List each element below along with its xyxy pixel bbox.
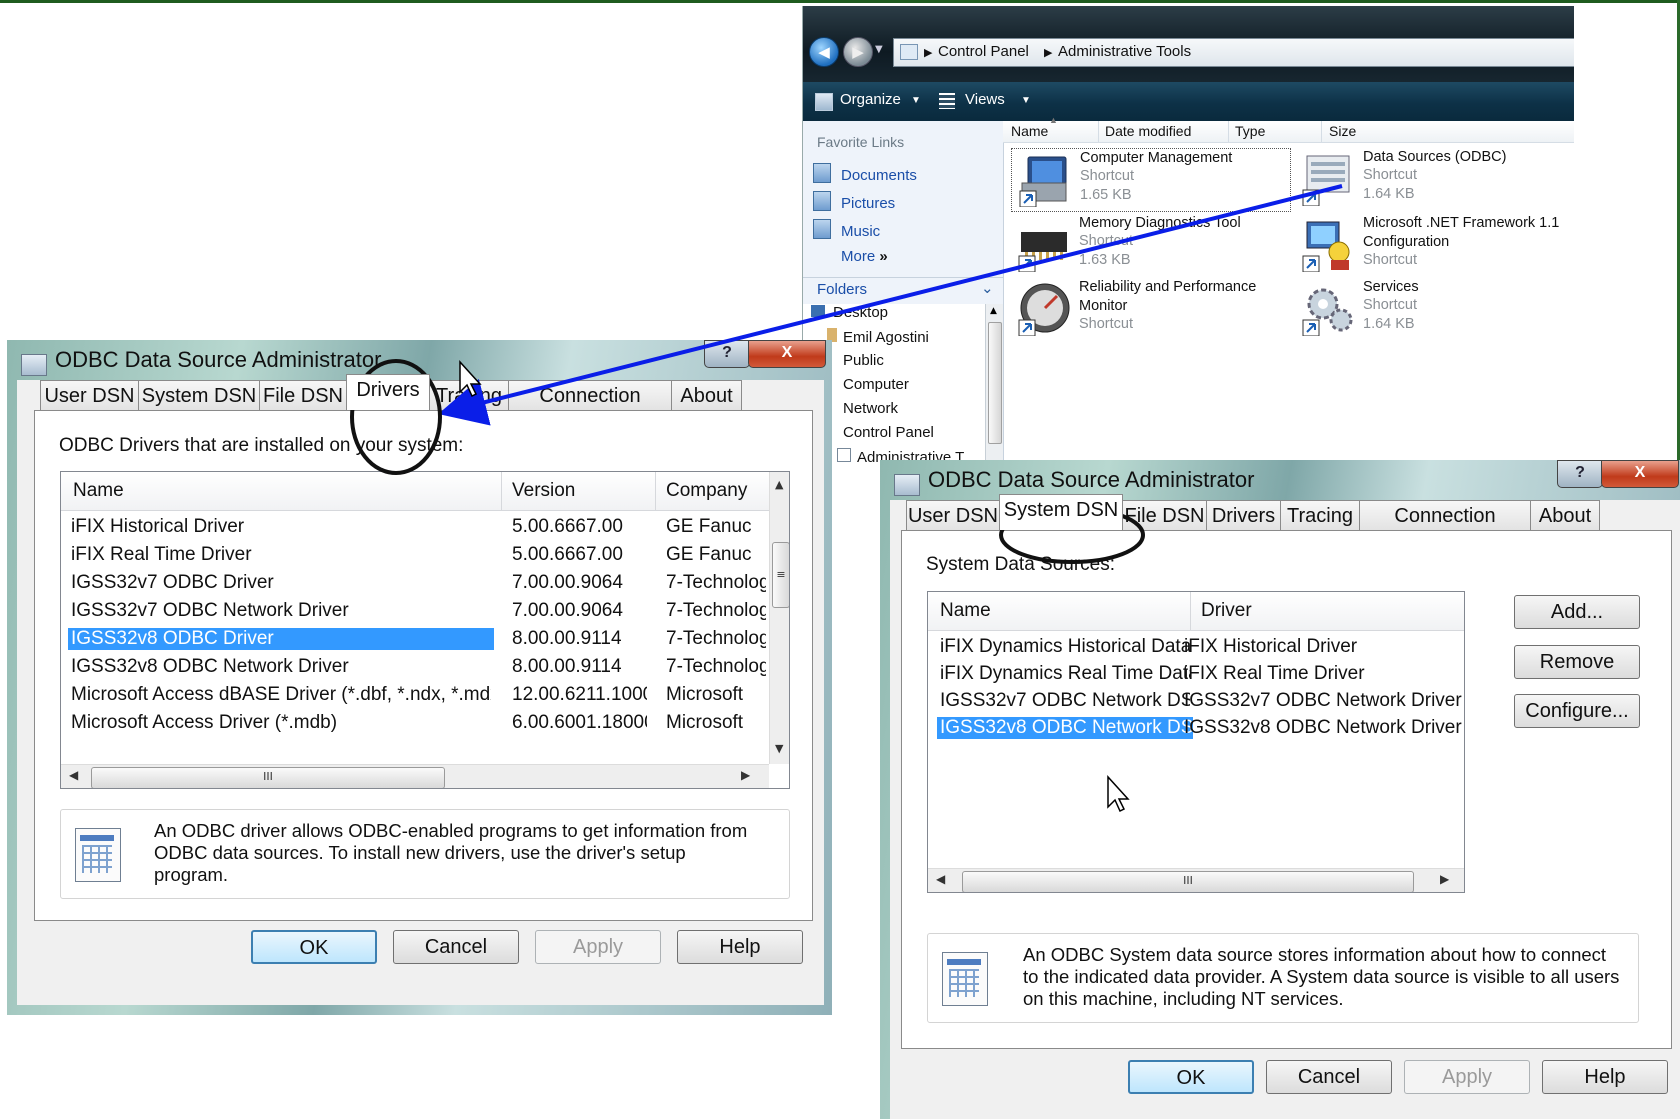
mouse-cursor-icon [459,360,482,398]
mouse-cursor-icon [1107,775,1130,813]
annotation-overlay [350,184,1343,813]
tab-system-dsn[interactable]: System DSN [999,494,1123,530]
annotation-arrow [438,184,1343,426]
tab-drivers[interactable]: Drivers [346,374,430,410]
